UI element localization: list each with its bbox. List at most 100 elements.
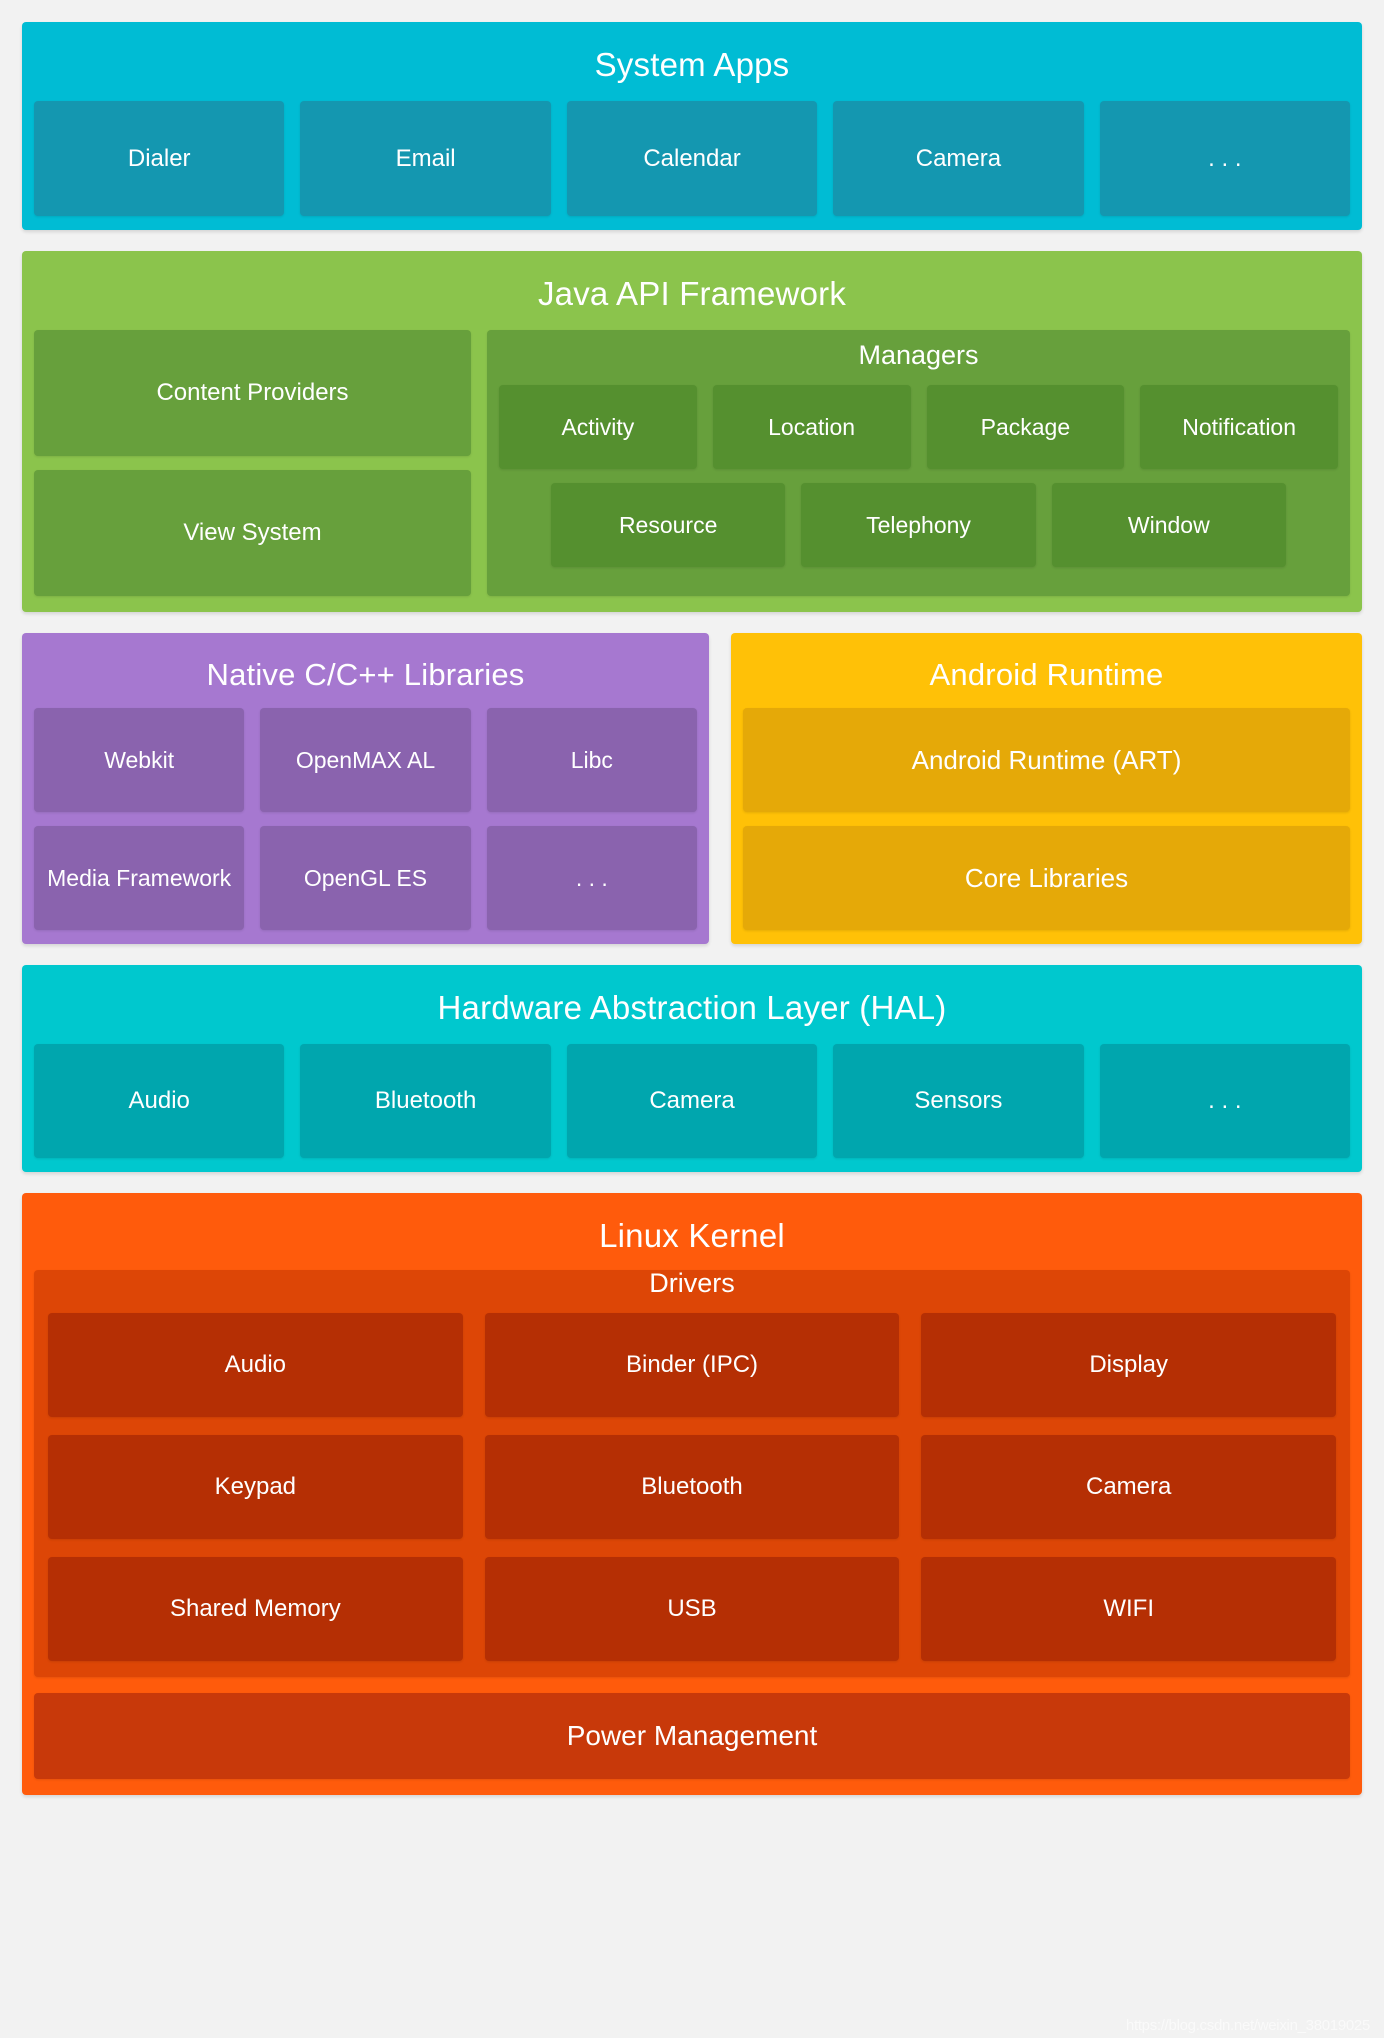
drivers-row-2: Keypad Bluetooth Camera	[48, 1435, 1337, 1539]
system-apps-title: System Apps	[594, 46, 790, 83]
system-apps-item-dialer: Dialer	[34, 101, 285, 216]
managers-title: Managers	[858, 340, 979, 370]
drivers-row-3: Shared Memory USB WIFI	[48, 1557, 1337, 1661]
hal-item-camera: Camera	[566, 1044, 818, 1158]
label: OpenGL ES	[303, 864, 428, 891]
label: Package	[980, 413, 1071, 440]
label: Email	[395, 144, 456, 172]
middle-layer-group: Native C/C++ Libraries Webkit OpenMAX AL…	[22, 633, 1362, 944]
drivers-group: Drivers Audio Binder (IPC) Display Keypa…	[34, 1270, 1350, 1677]
manager-telephony: Telephony	[801, 483, 1036, 567]
label: Dialer	[127, 144, 191, 172]
system-apps-row: Dialer Email Calendar Camera . . .	[34, 101, 1351, 216]
native-libraries-title: Native C/C++ Libraries	[206, 657, 525, 692]
label: Bluetooth	[374, 1087, 477, 1114]
driver-shared-memory: Shared Memory	[48, 1557, 463, 1661]
manager-activity: Activity	[499, 385, 697, 469]
label: Keypad	[214, 1473, 297, 1500]
android-runtime-item-core-libraries: Core Libraries	[743, 826, 1350, 930]
managers-group: Managers Activity Location Package Notif…	[487, 330, 1350, 596]
label: Bluetooth	[641, 1473, 743, 1500]
java-api-item-view-system: View System	[34, 470, 471, 596]
label: WIFI	[1103, 1595, 1154, 1622]
power-management-block: Power Management	[34, 1693, 1350, 1779]
driver-bluetooth: Bluetooth	[484, 1435, 900, 1539]
drivers-row-1: Audio Binder (IPC) Display	[48, 1313, 1337, 1417]
hal-item-audio: Audio	[34, 1044, 285, 1158]
label: Window	[1127, 511, 1210, 538]
label: Camera	[649, 1087, 735, 1114]
watermark-url: https://blog.csdn.net/weixin_38019025	[1125, 2017, 1370, 2034]
label: Display	[1089, 1351, 1169, 1378]
system-apps-item-camera: Camera	[833, 101, 1084, 216]
system-apps-item-more: . . .	[1099, 101, 1351, 216]
label: Camera	[1086, 1473, 1172, 1500]
label: View System	[183, 519, 322, 546]
hal-item-bluetooth: Bluetooth	[300, 1044, 551, 1158]
label: Camera	[915, 144, 1002, 172]
driver-display: Display	[921, 1313, 1337, 1417]
managers-row-2: Resource Telephony Window	[499, 483, 1338, 567]
system-apps-item-email: Email	[300, 101, 551, 216]
layer-java-api-framework: Java API Framework Content Providers Vie…	[22, 251, 1362, 612]
label: Notification	[1182, 413, 1297, 440]
label: Libc	[570, 746, 613, 773]
label: Webkit	[104, 746, 175, 773]
driver-camera: Camera	[921, 1435, 1337, 1539]
android-runtime-item-art: Android Runtime (ART)	[743, 708, 1350, 812]
label: Audio	[128, 1087, 190, 1114]
layer-native-libraries: Native C/C++ Libraries Webkit OpenMAX AL…	[22, 633, 709, 944]
java-api-framework-left-column: Content Providers View System	[34, 330, 471, 596]
label: Activity	[561, 413, 635, 440]
java-api-framework-body: Content Providers View System Managers A…	[34, 330, 1350, 596]
native-item-webkit: Webkit	[34, 708, 245, 812]
android-runtime-title: Android Runtime	[929, 657, 1164, 692]
native-item-more: . . .	[486, 826, 697, 930]
driver-audio: Audio	[48, 1313, 463, 1417]
native-item-libc: Libc	[486, 708, 697, 812]
manager-location: Location	[712, 385, 911, 469]
label: OpenMAX AL	[295, 746, 436, 773]
label: Media Framework	[47, 864, 232, 891]
native-item-media-framework: Media Framework	[34, 826, 245, 930]
linux-kernel-title: Linux Kernel	[599, 1217, 785, 1254]
drivers-title: Drivers	[649, 1268, 735, 1298]
managers-row-1: Activity Location Package Notification	[499, 385, 1338, 469]
driver-usb: USB	[484, 1557, 900, 1661]
label: Content Providers	[156, 379, 349, 406]
system-apps-item-calendar: Calendar	[566, 101, 818, 216]
label: Sensors	[914, 1087, 1003, 1114]
hal-title: Hardware Abstraction Layer (HAL)	[437, 989, 947, 1026]
label: Shared Memory	[169, 1595, 341, 1622]
hal-row: Audio Bluetooth Camera Sensors . . .	[34, 1044, 1351, 1158]
layer-system-apps: System Apps Dialer Email Calendar Camera…	[22, 22, 1362, 230]
label: Telephony	[866, 511, 971, 538]
native-libraries-row-1: Webkit OpenMAX AL Libc	[34, 708, 697, 812]
label: . . .	[575, 864, 608, 891]
label: Resource	[618, 511, 718, 538]
label: Binder (IPC)	[625, 1351, 759, 1378]
layer-android-runtime: Android Runtime Android Runtime (ART) Co…	[731, 633, 1362, 944]
label: . . .	[1208, 144, 1242, 172]
power-management-label: Power Management	[566, 1720, 818, 1751]
manager-package: Package	[926, 385, 1125, 469]
architecture-diagram: System Apps Dialer Email Calendar Camera…	[22, 22, 1362, 1795]
driver-keypad: Keypad	[48, 1435, 463, 1539]
hal-item-sensors: Sensors	[833, 1044, 1084, 1158]
layer-linux-kernel: Linux Kernel Drivers Audio Binder (IPC) …	[22, 1193, 1362, 1795]
label: Audio	[224, 1351, 287, 1378]
java-api-framework-title: Java API Framework	[537, 275, 847, 312]
label: Location	[768, 413, 856, 440]
native-item-openmax-al: OpenMAX AL	[260, 708, 471, 812]
label: Android Runtime (ART)	[911, 744, 1182, 775]
label: . . .	[1208, 1087, 1242, 1114]
label: Calendar	[643, 144, 741, 172]
layer-hal: Hardware Abstraction Layer (HAL) Audio B…	[22, 965, 1362, 1172]
native-item-opengl-es: OpenGL ES	[260, 826, 471, 930]
label: Core Libraries	[964, 862, 1129, 893]
hal-item-more: . . .	[1099, 1044, 1351, 1158]
manager-notification: Notification	[1140, 385, 1338, 469]
native-libraries-row-2: Media Framework OpenGL ES . . .	[34, 826, 697, 930]
java-api-item-content-providers: Content Providers	[34, 330, 471, 456]
driver-binder-ipc: Binder (IPC)	[484, 1313, 900, 1417]
